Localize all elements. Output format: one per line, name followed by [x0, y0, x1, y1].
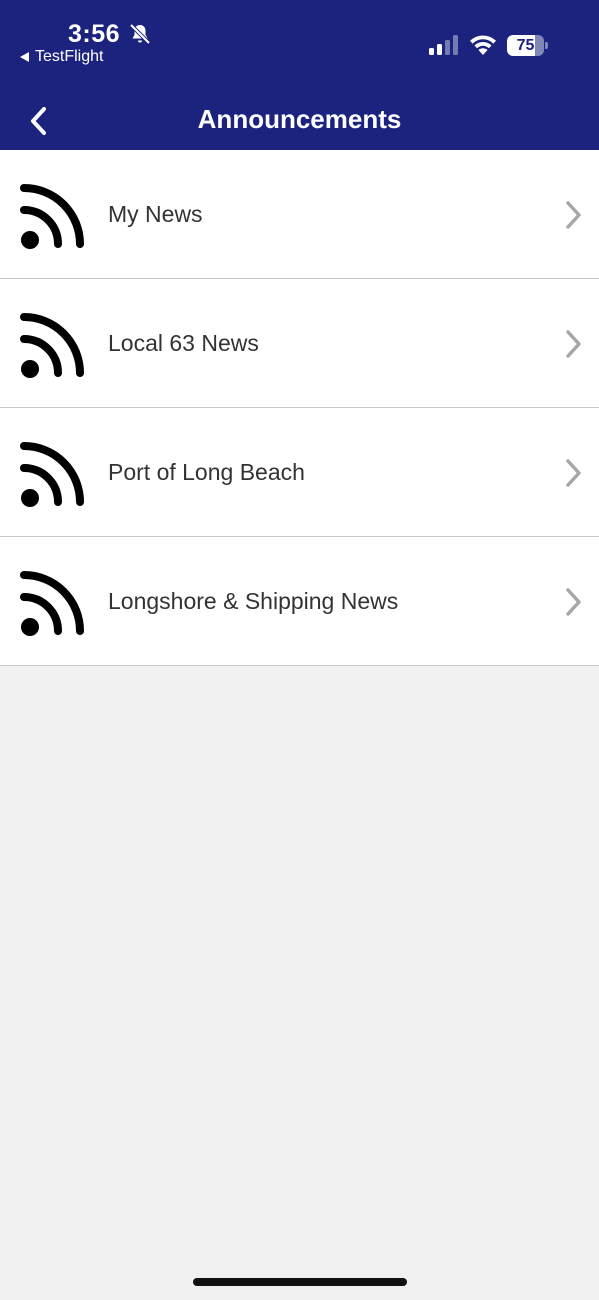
header: 3:56 TestFlight 75 Announcements [0, 0, 599, 150]
back-triangle-icon [20, 52, 29, 62]
list-item-my-news[interactable]: My News [0, 150, 599, 279]
list-item-local-63-news[interactable]: Local 63 News [0, 279, 599, 408]
bell-slash-icon [129, 23, 151, 45]
status-time: 3:56 [68, 20, 121, 48]
rss-feed-icon [20, 442, 84, 507]
chevron-right-icon [566, 330, 581, 358]
chevron-right-icon [566, 588, 581, 616]
rss-feed-icon [20, 184, 84, 249]
cellular-signal-icon [429, 35, 458, 55]
list-item-port-of-long-beach[interactable]: Port of Long Beach [0, 408, 599, 537]
battery-percent: 75 [516, 37, 535, 54]
announcement-list: My News Local 63 News Port of Long Beach [0, 150, 599, 666]
chevron-right-icon [566, 459, 581, 487]
home-indicator[interactable] [193, 1278, 407, 1286]
page-title: Announcements [197, 104, 402, 134]
back-app-label: TestFlight [35, 48, 104, 65]
wifi-icon [470, 35, 496, 55]
list-item-longshore-shipping-news[interactable]: Longshore & Shipping News [0, 537, 599, 666]
list-item-label: My News [108, 201, 203, 227]
battery-indicator: 75 [507, 35, 548, 56]
list-item-label: Local 63 News [108, 330, 259, 356]
rss-feed-icon [20, 313, 84, 378]
list-item-label: Port of Long Beach [108, 459, 305, 485]
chevron-right-icon [566, 201, 581, 229]
back-to-app-link[interactable]: TestFlight [20, 48, 103, 66]
list-item-label: Longshore & Shipping News [108, 588, 399, 614]
rss-feed-icon [20, 571, 84, 636]
